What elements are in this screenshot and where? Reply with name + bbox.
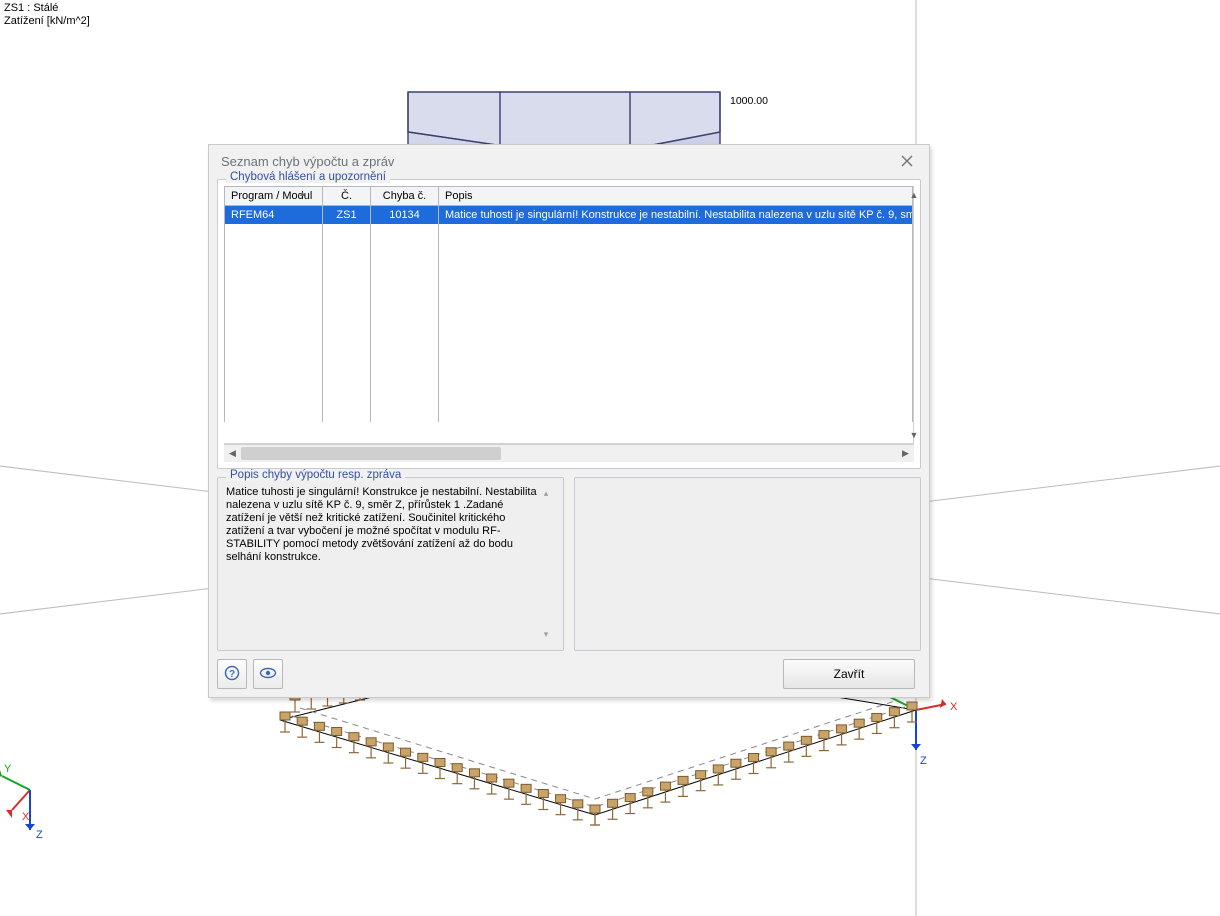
errors-group: Chybová hlášení a upozornění (217, 179, 921, 469)
support-symbol (521, 784, 531, 804)
table-row (225, 350, 913, 368)
support-symbol (297, 717, 307, 737)
support-symbol (660, 782, 670, 802)
support-symbol (452, 764, 462, 784)
scroll-left-icon[interactable]: ◀ (224, 448, 241, 459)
support-symbol (314, 722, 324, 742)
support-symbol (837, 725, 847, 745)
support-symbol (556, 795, 566, 815)
support-symbol (487, 774, 497, 794)
description-text: Matice tuhosti je singulární! Konstrukce… (226, 486, 555, 564)
support-symbol (383, 743, 393, 763)
svg-text:X: X (950, 701, 958, 713)
support-symbol (401, 748, 411, 768)
table-header-row[interactable]: Program / Modul ▲ Č. Chyba č. Popis (225, 187, 913, 206)
table-row (225, 278, 913, 296)
close-icon[interactable] (895, 149, 919, 173)
scroll-right-icon[interactable]: ▶ (897, 448, 914, 459)
col-loadcase[interactable]: Č. (323, 187, 371, 206)
eye-icon (259, 666, 277, 683)
support-symbol (713, 765, 723, 785)
view-button[interactable] (253, 659, 283, 689)
help-icon: ? (224, 665, 240, 684)
support-symbol (469, 769, 479, 789)
support-symbol (731, 759, 741, 779)
support-symbol (766, 748, 776, 768)
preview-group (574, 477, 921, 651)
support-symbol (608, 799, 618, 819)
support-symbol (418, 753, 428, 773)
dialog-title-text: Seznam chyb výpočtu a zpráv (221, 154, 394, 169)
col-program[interactable]: Program / Modul ▲ (225, 187, 323, 206)
support-symbol (573, 800, 583, 820)
col-errorno[interactable]: Chyba č. (371, 187, 439, 206)
support-symbol (625, 794, 635, 814)
support-symbol (349, 733, 359, 753)
scroll-up-hint-icon[interactable]: ▴ (539, 488, 553, 499)
table-horizontal-scrollbar[interactable]: ◀ ▶ (224, 444, 914, 462)
table-row (225, 404, 913, 422)
support-symbol (504, 779, 514, 799)
svg-text:Z: Z (36, 829, 43, 841)
support-symbol (872, 713, 882, 733)
table-row (225, 386, 913, 404)
table-row (225, 224, 913, 242)
axis-y: Y (0, 763, 30, 790)
support-symbol (538, 790, 548, 810)
table-vertical-scrollbar[interactable]: ▲ ▼ (913, 186, 914, 443)
col-description[interactable]: Popis (439, 187, 913, 206)
description-group-title: Popis chyby výpočtu resp. zpráva (226, 469, 405, 481)
table-row[interactable]: RFEM64 ZS1 10134 Matice tuhosti je singu… (225, 206, 913, 225)
scroll-thumb-h[interactable] (241, 447, 501, 460)
scroll-down-hint-icon[interactable]: ▾ (539, 629, 553, 640)
support-symbol (784, 742, 794, 762)
svg-text:Y: Y (4, 763, 12, 775)
support-symbol (819, 731, 829, 751)
table-row (225, 242, 913, 260)
error-table[interactable]: Program / Modul ▲ Č. Chyba č. Popis (224, 186, 913, 443)
support-symbol (643, 788, 653, 808)
table-row (225, 314, 913, 332)
svg-text:?: ? (229, 669, 235, 680)
loadcase-label: ZS1 : Stálé Zatížení [kN/m^2] (4, 2, 90, 28)
svg-text:X: X (22, 811, 30, 823)
sort-asc-icon: ▲ (299, 189, 307, 198)
support-symbol (435, 759, 445, 779)
svg-text:Z: Z (920, 755, 927, 767)
axis-x: X (6, 790, 30, 823)
help-button[interactable]: ? (217, 659, 247, 689)
support-symbol (696, 771, 706, 791)
table-row (225, 368, 913, 386)
support-symbol (366, 738, 376, 758)
error-list-dialog: Seznam chyb výpočtu a zpráv Chybová hláš… (208, 144, 930, 698)
errors-group-title: Chybová hlášení a upozornění (226, 171, 390, 183)
load-annotation: 1000.00 (730, 95, 768, 107)
close-button[interactable]: Zavřít (783, 659, 915, 689)
support-symbol (801, 736, 811, 756)
table-row (225, 296, 913, 314)
support-symbol (749, 754, 759, 774)
viewport-3d[interactable]: X Y Z Z X (0, 0, 1220, 916)
description-group: Popis chyby výpočtu resp. zpráva Matice … (217, 477, 564, 651)
support-symbol (332, 728, 342, 748)
support-symbol (854, 719, 864, 739)
support-symbol (590, 805, 600, 825)
table-row (225, 260, 913, 278)
support-symbol (678, 776, 688, 796)
table-row (225, 332, 913, 350)
support-symbol (280, 712, 290, 732)
